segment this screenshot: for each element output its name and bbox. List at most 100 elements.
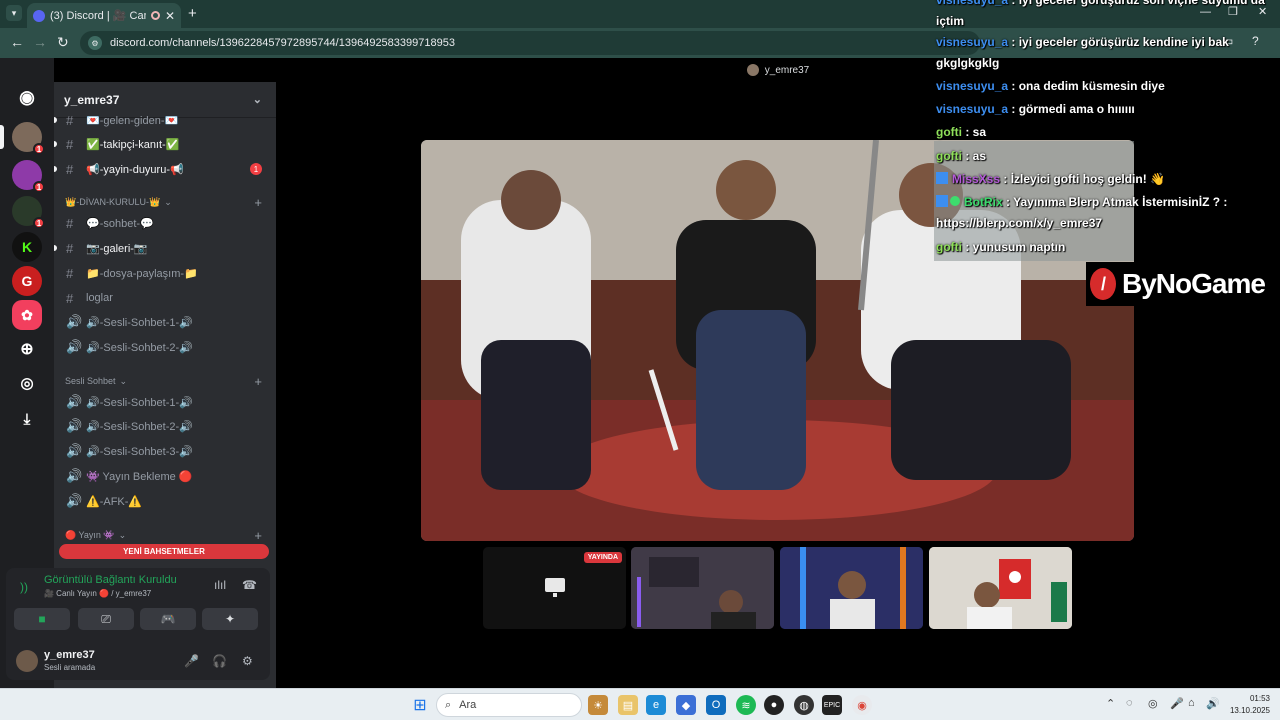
new-tab-button[interactable]: +	[188, 5, 197, 22]
voice-channel-item[interactable]: 🔊 🔊-Sesli-Sohbet-2-🔊	[54, 336, 276, 358]
taskbar-clock[interactable]: 01:53 13.10.2025	[1226, 693, 1270, 717]
taskbar-search[interactable]: ⌕ Ara	[436, 693, 582, 717]
reload-icon[interactable]: ↻	[57, 34, 69, 51]
spotify-icon[interactable]: ≋	[736, 695, 756, 715]
bynogame-mark-icon: /	[1090, 268, 1116, 300]
server-icon-2[interactable]: 1	[12, 160, 45, 193]
voice-channel-link[interactable]: 🎥 Canlı Yayın 🔴 / y_emre37	[44, 589, 151, 598]
kick-badge-icon	[936, 172, 948, 184]
browser-tab-discord[interactable]: (3) Discord | 🎥 Canlı Yayın ✕	[27, 3, 181, 28]
noise-suppression-icon[interactable]: ılıl	[214, 578, 226, 592]
server-icon-y-emre37[interactable]: 1	[12, 122, 45, 155]
voice-channel-item[interactable]: 🔊 🔊-Sesli-Sohbet-2-🔊	[54, 415, 276, 437]
camera-button[interactable]: ■	[14, 608, 70, 630]
close-tab-icon[interactable]: ✕	[165, 9, 175, 23]
copilot-icon[interactable]: ◆	[676, 695, 696, 715]
add-channel-icon[interactable]: +	[254, 374, 262, 389]
add-server-icon[interactable]: ⊕	[12, 334, 42, 364]
outlook-icon[interactable]: O	[706, 695, 726, 715]
voice-channel-item[interactable]: 🔊 👾 Yayın Bekleme 🔴	[54, 465, 276, 487]
category-yayin[interactable]: 🔴 Yayın 👾 ⌄ +	[54, 527, 276, 543]
channel-item[interactable]: # 💌-gelen-giden-💌	[54, 109, 276, 131]
obs-icon[interactable]: ◍	[794, 695, 814, 715]
forward-arrow-icon[interactable]: →	[33, 34, 47, 50]
username: y_emre37	[44, 649, 95, 661]
tray-chevron-up-icon[interactable]: ⌃	[1106, 697, 1115, 710]
monitor-icon	[545, 578, 565, 592]
discover-icon[interactable]: ◎	[12, 368, 42, 398]
download-icon[interactable]: ⤓	[12, 404, 42, 434]
volume-icon[interactable]: 🔊	[1206, 697, 1220, 710]
add-channel-icon[interactable]: +	[254, 195, 262, 210]
chevron-down-icon: ⌄	[252, 94, 262, 106]
screen-share-button[interactable]: ⎚	[78, 608, 134, 630]
windows-start-icon[interactable]: ⊞	[410, 695, 430, 715]
streamer-name: y_emre37	[764, 64, 810, 76]
new-mentions-button[interactable]: YENİ BAHSETMELER	[59, 544, 269, 559]
participant-tile[interactable]	[929, 547, 1072, 629]
add-channel-icon[interactable]: +	[254, 528, 262, 543]
chevron-down-icon: ⌄	[164, 196, 172, 207]
file-explorer-icon[interactable]: ▤	[618, 695, 638, 715]
kick-server-icon[interactable]: K	[12, 232, 42, 262]
selected-server-pill	[0, 125, 4, 149]
headphones-icon[interactable]: 🎧	[212, 654, 227, 668]
tray-eye-icon[interactable]: ◎	[1148, 697, 1158, 710]
channel-item[interactable]: # 📢-yayin-duyuru-📢 1	[54, 158, 276, 180]
channel-item[interactable]: # loglar	[54, 287, 276, 309]
tab-search-button[interactable]: ▾	[6, 5, 22, 21]
voice-channel-item[interactable]: 🔊 🔊-Sesli-Sohbet-1-🔊	[54, 311, 276, 333]
edge-icon[interactable]: e	[646, 695, 666, 715]
tray-mic-icon[interactable]: 🎤	[1170, 697, 1184, 710]
participant-video	[780, 547, 923, 629]
live-badge: YAYINDA	[583, 552, 622, 563]
widgets-icon[interactable]: ☀	[588, 695, 608, 715]
activities-button[interactable]: 🎮	[140, 608, 196, 630]
channel-item[interactable]: # 📁-dosya-paylaşım-📁	[54, 262, 276, 284]
microphone-icon[interactable]: 🎤	[184, 654, 199, 668]
chrome-icon[interactable]: ◉	[852, 695, 872, 715]
channel-item[interactable]: # 💬-sohbet-💬	[54, 212, 276, 234]
soundboard-button[interactable]: ✦	[202, 608, 258, 630]
category-divan[interactable]: 👑-DİVAN-KURULU-👑 ⌄ +	[54, 194, 276, 210]
address-bar[interactable]: ⚙ discord.com/channels/13962284579728957…	[80, 31, 980, 55]
discord-home-icon[interactable]: ◉	[12, 82, 42, 112]
channel-item[interactable]: # 📷-galeri-📷	[54, 237, 276, 259]
network-icon[interactable]: ⌂	[1188, 697, 1195, 709]
settings-gear-icon[interactable]: ⚙	[242, 654, 253, 668]
voice-channel-item[interactable]: 🔊 🔊-Sesli-Sohbet-3-🔊	[54, 440, 276, 462]
url-text: discord.com/channels/1396228457972895744…	[110, 37, 455, 49]
logo-text: ByNoGame	[1122, 268, 1266, 299]
recording-indicator-icon	[150, 11, 160, 20]
disconnect-icon[interactable]: ☎	[242, 578, 257, 592]
category-sesli-sohbet[interactable]: Sesli Sohbet ⌄ +	[54, 373, 276, 389]
epic-games-icon[interactable]: EPIC	[822, 695, 842, 715]
voice-channel-item[interactable]: 🔊 🔊-Sesli-Sohbet-1-🔊	[54, 391, 276, 413]
participant-video	[929, 547, 1072, 629]
kick-badge-icon	[936, 195, 948, 207]
tray-app-icon[interactable]: ◌	[1126, 697, 1133, 709]
tab-title: (3) Discord | 🎥 Canlı Yayın	[50, 10, 146, 22]
stream-thumbnail-self[interactable]: YAYINDA	[483, 547, 626, 629]
avatar[interactable]	[16, 650, 38, 672]
chat-message: visnesuyu_a : görmedi ama o hıııııı	[936, 102, 1135, 116]
back-arrow-icon[interactable]: ←	[10, 34, 24, 50]
bynogame-logo: / ByNoGame	[1086, 262, 1280, 306]
server-icon-3[interactable]: 1	[12, 196, 45, 229]
chat-message: visnesuyu_a : ona dedim küsmesin diye	[936, 79, 1165, 93]
participant-tile[interactable]	[780, 547, 923, 629]
channel-item[interactable]: # ✅-takipçi-kanıt-✅	[54, 133, 276, 155]
chat-message: MissXss : İzleyici gofti hoş geldin! 👋	[936, 169, 1276, 190]
chevron-down-icon: ⌄	[119, 375, 128, 386]
participant-tile[interactable]	[631, 547, 774, 629]
chat-message: BotRix : Yayınıma Blerp Atmak İstermisin…	[936, 195, 1228, 230]
site-info-icon[interactable]: ⚙	[88, 36, 102, 50]
user-panel[interactable]: y_emre37 Sesli aramada 🎤 🎧 ⚙	[16, 648, 266, 676]
voice-status[interactable]: Görüntülü Bağlantı Kuruldu	[44, 574, 177, 586]
server-icon-5[interactable]: G	[12, 266, 42, 296]
server-icon-6[interactable]: ✿	[12, 300, 42, 330]
windows-taskbar: ⊞ ⌕ Ara ☀ ▤ e ◆ O ≋ ● ◍ EPIC ◉ ⌃ ◌ ◎ 🎤 ⌂…	[0, 688, 1280, 720]
github-icon[interactable]: ●	[764, 695, 784, 715]
voice-channel-item[interactable]: 🔊 ⚠️-AFK-⚠️	[54, 490, 276, 512]
clock-time: 01:53	[1249, 694, 1270, 703]
